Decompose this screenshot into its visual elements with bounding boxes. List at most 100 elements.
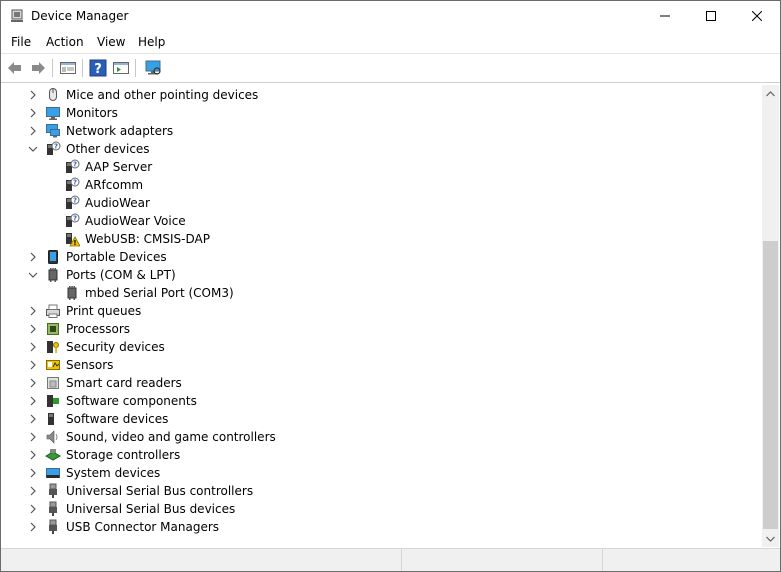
tree-category-other-devices[interactable]: ? Other devices bbox=[1, 140, 761, 158]
chevron-down-icon bbox=[28, 146, 38, 152]
monitor-scan-icon[interactable] bbox=[144, 59, 162, 77]
tree-item-label: Universal Serial Bus devices bbox=[66, 502, 236, 516]
tree-device-audiowear[interactable]: ? AudioWear bbox=[1, 194, 761, 212]
svg-text:!: ! bbox=[73, 239, 76, 247]
tree-category-storage-controllers[interactable]: Storage controllers bbox=[1, 446, 761, 464]
status-pane bbox=[1, 549, 402, 571]
expand-toggle[interactable] bbox=[27, 89, 39, 101]
tree-item-label: Network adapters bbox=[66, 124, 174, 138]
chevron-right-icon bbox=[30, 378, 36, 388]
chevron-right-icon bbox=[30, 396, 36, 406]
properties-icon[interactable] bbox=[59, 59, 77, 77]
run-icon[interactable] bbox=[112, 59, 130, 77]
expand-toggle[interactable] bbox=[27, 107, 39, 119]
tree-category-security-devices[interactable]: Security devices bbox=[1, 338, 761, 356]
tree-category-network-adapters[interactable]: Network adapters bbox=[1, 122, 761, 140]
chevron-right-icon bbox=[30, 486, 36, 496]
menu-bar: File Action View Help bbox=[1, 31, 780, 53]
title-bar[interactable]: Device Manager bbox=[1, 1, 780, 31]
chevron-right-icon bbox=[30, 324, 36, 334]
svg-text:?: ? bbox=[73, 161, 77, 169]
tree-item-label: Software components bbox=[66, 394, 197, 408]
storage-icon bbox=[44, 447, 62, 463]
tree-category-mice-and-other-pointing-devices[interactable]: Mice and other pointing devices bbox=[1, 86, 761, 104]
tree-category-software-components[interactable]: Software components bbox=[1, 392, 761, 410]
tree-category-sound-video-and-game-controllers[interactable]: Sound, video and game controllers bbox=[1, 428, 761, 446]
expand-toggle[interactable] bbox=[27, 125, 39, 137]
expand-toggle[interactable] bbox=[27, 341, 39, 353]
tree-device-webusb-cmsis-dap[interactable]: ! WebUSB: CMSIS-DAP bbox=[1, 230, 761, 248]
tree-category-software-devices[interactable]: Software devices bbox=[1, 410, 761, 428]
back-arrow-icon[interactable] bbox=[6, 59, 24, 77]
chevron-right-icon bbox=[30, 252, 36, 262]
close-icon bbox=[752, 11, 762, 21]
expand-toggle[interactable] bbox=[27, 377, 39, 389]
expand-toggle[interactable] bbox=[27, 449, 39, 461]
tree-item-label: AudioWear Voice bbox=[85, 214, 186, 228]
svg-text:?: ? bbox=[73, 215, 77, 223]
menu-help[interactable]: Help bbox=[138, 35, 165, 49]
toolbar-separator bbox=[135, 59, 136, 77]
help-icon[interactable]: ? bbox=[89, 59, 107, 77]
chevron-right-icon bbox=[30, 432, 36, 442]
scrollbar-thumb[interactable] bbox=[763, 241, 778, 529]
chevron-right-icon bbox=[30, 414, 36, 424]
toolbar-separator bbox=[52, 59, 53, 77]
tree-device-audiowear-voice[interactable]: ? AudioWear Voice bbox=[1, 212, 761, 230]
tree-category-usb-connector-managers[interactable]: USB Connector Managers bbox=[1, 518, 761, 536]
expand-toggle[interactable] bbox=[27, 431, 39, 443]
port-icon bbox=[45, 267, 61, 283]
collapse-toggle[interactable] bbox=[27, 269, 39, 281]
menu-view[interactable]: View bbox=[97, 35, 125, 49]
forward-arrow-icon[interactable] bbox=[29, 59, 47, 77]
unknown-device-icon: ? bbox=[64, 159, 80, 175]
tree-category-print-queues[interactable]: Print queues bbox=[1, 302, 761, 320]
security-key-icon bbox=[45, 339, 61, 355]
printer-icon bbox=[45, 303, 61, 319]
tree-item-label: Storage controllers bbox=[66, 448, 181, 462]
scroll-down-button[interactable] bbox=[762, 530, 779, 547]
tree-item-label: System devices bbox=[66, 466, 161, 480]
tree-category-smart-card-readers[interactable]: Smart card readers bbox=[1, 374, 761, 392]
expand-toggle[interactable] bbox=[27, 503, 39, 515]
tree-item-label: Universal Serial Bus controllers bbox=[66, 484, 254, 498]
expand-toggle[interactable] bbox=[27, 359, 39, 371]
expand-toggle[interactable] bbox=[27, 485, 39, 497]
monitor-icon bbox=[45, 105, 61, 121]
expand-toggle[interactable] bbox=[27, 521, 39, 533]
unknown-device-icon: ? bbox=[45, 141, 61, 157]
vertical-scrollbar[interactable] bbox=[762, 85, 779, 547]
collapse-toggle[interactable] bbox=[27, 143, 39, 155]
tree-category-monitors[interactable]: Monitors bbox=[1, 104, 761, 122]
tree-category-portable-devices[interactable]: Portable Devices bbox=[1, 248, 761, 266]
device-tree[interactable]: Mice and other pointing devices Monitors N… bbox=[1, 85, 761, 547]
close-button[interactable] bbox=[734, 1, 780, 31]
expand-toggle[interactable] bbox=[27, 395, 39, 407]
chevron-right-icon bbox=[30, 360, 36, 370]
system-device-icon bbox=[45, 465, 61, 481]
chevron-down-icon bbox=[28, 272, 38, 278]
unknown-device-icon: ? bbox=[64, 177, 80, 193]
expand-toggle[interactable] bbox=[27, 413, 39, 425]
tree-category-processors[interactable]: Processors bbox=[1, 320, 761, 338]
tree-category-universal-serial-bus-controllers[interactable]: Universal Serial Bus controllers bbox=[1, 482, 761, 500]
menu-file[interactable]: File bbox=[11, 35, 31, 49]
expand-toggle[interactable] bbox=[27, 305, 39, 317]
expand-toggle[interactable] bbox=[27, 251, 39, 263]
tree-device-aap-server[interactable]: ? AAP Server bbox=[1, 158, 761, 176]
tree-category-system-devices[interactable]: System devices bbox=[1, 464, 761, 482]
scroll-up-button[interactable] bbox=[762, 85, 779, 102]
expand-toggle[interactable] bbox=[27, 323, 39, 335]
expand-toggle[interactable] bbox=[27, 467, 39, 479]
tree-device-arfcomm[interactable]: ? ARfcomm bbox=[1, 176, 761, 194]
tree-category-universal-serial-bus-devices[interactable]: Universal Serial Bus devices bbox=[1, 500, 761, 518]
tree-device-mbed-serial-port-com3[interactable]: mbed Serial Port (COM3) bbox=[1, 284, 761, 302]
menu-action[interactable]: Action bbox=[46, 35, 84, 49]
tree-category-ports-com-lpt[interactable]: Ports (COM & LPT) bbox=[1, 266, 761, 284]
tree-item-label: Processors bbox=[66, 322, 131, 336]
tree-category-sensors[interactable]: Sensors bbox=[1, 356, 761, 374]
minimize-button[interactable] bbox=[642, 1, 688, 31]
maximize-button[interactable] bbox=[688, 1, 734, 31]
chevron-right-icon bbox=[30, 504, 36, 514]
chevron-right-icon bbox=[30, 450, 36, 460]
